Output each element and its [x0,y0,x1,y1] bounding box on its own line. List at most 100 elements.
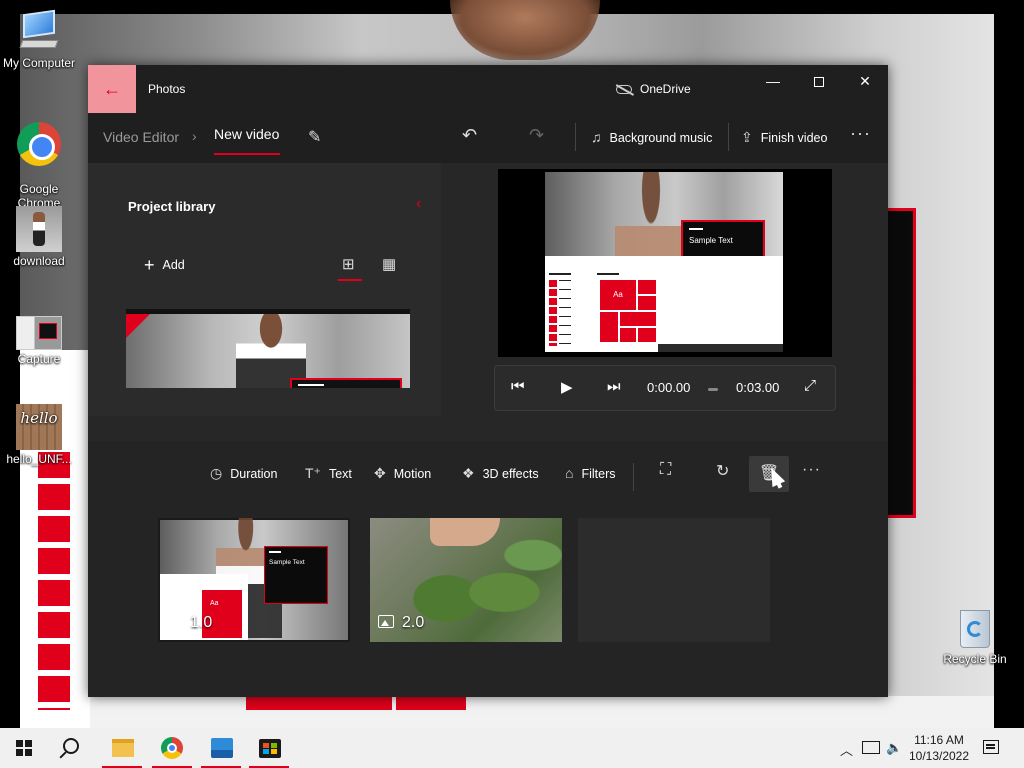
add-media-button[interactable]: + Add [144,255,185,276]
onedrive-status[interactable]: OneDrive [616,65,691,113]
action-center-notification-icon[interactable] [983,740,999,754]
preview-sample-text: Sample Text [689,236,733,245]
preview-white-panel [545,256,783,352]
desktop-icon-hello[interactable]: hello hello_UNF... [0,404,78,466]
taskbar-store[interactable] [249,728,289,768]
photos-icon [211,738,233,758]
taskbar-file-explorer[interactable] [102,728,142,768]
start-windows-icon[interactable] [16,740,32,756]
background-music-button[interactable]: ♫ Background music [591,129,712,145]
title-bar: ← Photos OneDrive — ✕ [88,65,888,113]
minimize-button[interactable]: — [750,65,796,97]
fullscreen-icon[interactable]: ⤢ [804,377,816,394]
computer-icon [17,9,61,54]
preview-frame: Sample Text Aa [545,172,783,352]
project-library-panel: Project library ‹ + Add ⊞ ▦ [88,163,441,416]
3d-effects-label: 3D effects [482,467,539,481]
close-button[interactable]: ✕ [842,65,888,97]
rotate-icon[interactable]: ↻ [716,461,729,481]
playback-controls: ⏮ ▶ ⏭ 0:00.00 0:03.00 ⤢ [494,365,836,411]
finish-video-label: Finish video [760,131,828,145]
preview-tile-aa: Aa [600,280,636,310]
large-grid-view-icon[interactable]: ⊞ [342,255,355,273]
plus-icon: + [144,255,155,275]
thumbnail-figure [236,314,306,388]
filters-label: Filters [581,467,616,481]
background-music-label: Background music [609,131,713,145]
text-add-icon: T⁺ [305,465,321,481]
more-options-icon[interactable]: ··· [850,123,871,144]
maximize-button[interactable] [796,65,842,97]
network-icon[interactable] [862,741,880,754]
desktop-icon-capture[interactable]: Capture [0,316,78,366]
wallpaper-dark-card [886,208,916,518]
redo-icon[interactable]: ↷ [529,125,544,146]
total-time: 0:03.00 [736,380,780,395]
search-icon[interactable] [63,738,79,754]
image-file-icon [16,316,62,350]
clip-text-card: Sample Text [264,546,328,604]
folder-icon [112,739,134,757]
image-icon [378,615,394,628]
desktop-icon-recycle-bin[interactable]: Recycle Bin [936,604,1014,666]
next-frame-icon[interactable]: ⏭ [607,378,621,395]
finish-video-button[interactable]: ⇪ Finish video [741,129,827,146]
small-grid-view-icon[interactable]: ▦ [382,255,396,273]
storyboard-clip[interactable]: Sample Text Aa 1.0 [158,518,350,642]
rename-pencil-icon[interactable]: ✎ [308,127,321,147]
project-library-title: Project library [128,199,216,214]
storyboard-empty-slot[interactable] [578,518,770,642]
app-title: Photos [148,82,186,96]
preview-line [597,273,619,275]
preview-tile [638,280,656,294]
motion-icon: ✥ [374,465,386,481]
onedrive-label: OneDrive [640,82,691,96]
video-preview[interactable]: Sample Text Aa [498,169,832,357]
storyboard-clip[interactable]: 2.0 [370,518,562,642]
desktop-icon-my-computer[interactable]: My Computer [0,9,78,70]
current-time: 0:00.00 [647,380,691,395]
library-media-thumbnail[interactable] [126,309,410,388]
volume-icon[interactable]: 🔈 [886,740,902,756]
resize-icon[interactable]: ⛶ [660,461,671,479]
preview-line [549,273,571,275]
toolbar-divider [575,123,576,151]
add-media-label: Add [162,258,185,272]
back-button[interactable]: ← [88,65,136,113]
more-options-icon[interactable]: ··· [802,461,821,479]
preview-tile [620,312,656,326]
undo-icon[interactable]: ↶ [462,125,477,146]
taskbar: ︿ 🔈 11:16 AM 10/13/2022 [0,728,1024,768]
text-button[interactable]: T⁺ Text [305,465,352,482]
desktop-icon-label: Recycle Bin [943,652,1007,666]
breadcrumb-video-editor[interactable]: Video Editor [103,129,179,145]
desktop-icon-download[interactable]: download [0,206,78,268]
desktop-icon-label: hello_UNF... [6,452,72,466]
seek-slider[interactable] [708,388,718,391]
motion-label: Motion [393,467,432,481]
collapse-library-icon[interactable]: ‹ [416,195,421,213]
cloud-off-icon [616,85,632,94]
clip-sample-text: Sample Text [269,559,305,566]
preview-list-lines [559,280,571,346]
duration-button[interactable]: ◷ Duration [210,465,277,482]
3d-effects-button[interactable]: ❖ 3D effects [462,465,539,482]
filters-button[interactable]: ⌂ Filters [565,465,616,481]
preview-dark-strip [658,344,783,352]
taskbar-photos[interactable] [201,728,241,768]
preview-tile [600,312,618,342]
wallpaper-bottom-red [246,696,392,710]
clip-duration: 1.0 [190,614,213,631]
play-icon[interactable]: ▶ [561,378,573,396]
previous-frame-icon[interactable]: ⏮ [511,378,525,395]
view-selected-indicator [338,279,362,281]
taskbar-clock[interactable]: 11:16 AM 10/13/2022 [908,732,970,764]
taskbar-chrome[interactable] [152,728,192,768]
motion-button[interactable]: ✥ Motion [374,465,431,482]
breadcrumb-separator-icon: › [192,128,197,144]
chrome-icon [161,737,183,759]
filters-icon: ⌂ [565,465,574,481]
chrome-icon [17,122,61,166]
show-hidden-icons-chevron-icon[interactable]: ︿ [840,740,853,759]
music-note-icon: ♫ [591,129,602,145]
